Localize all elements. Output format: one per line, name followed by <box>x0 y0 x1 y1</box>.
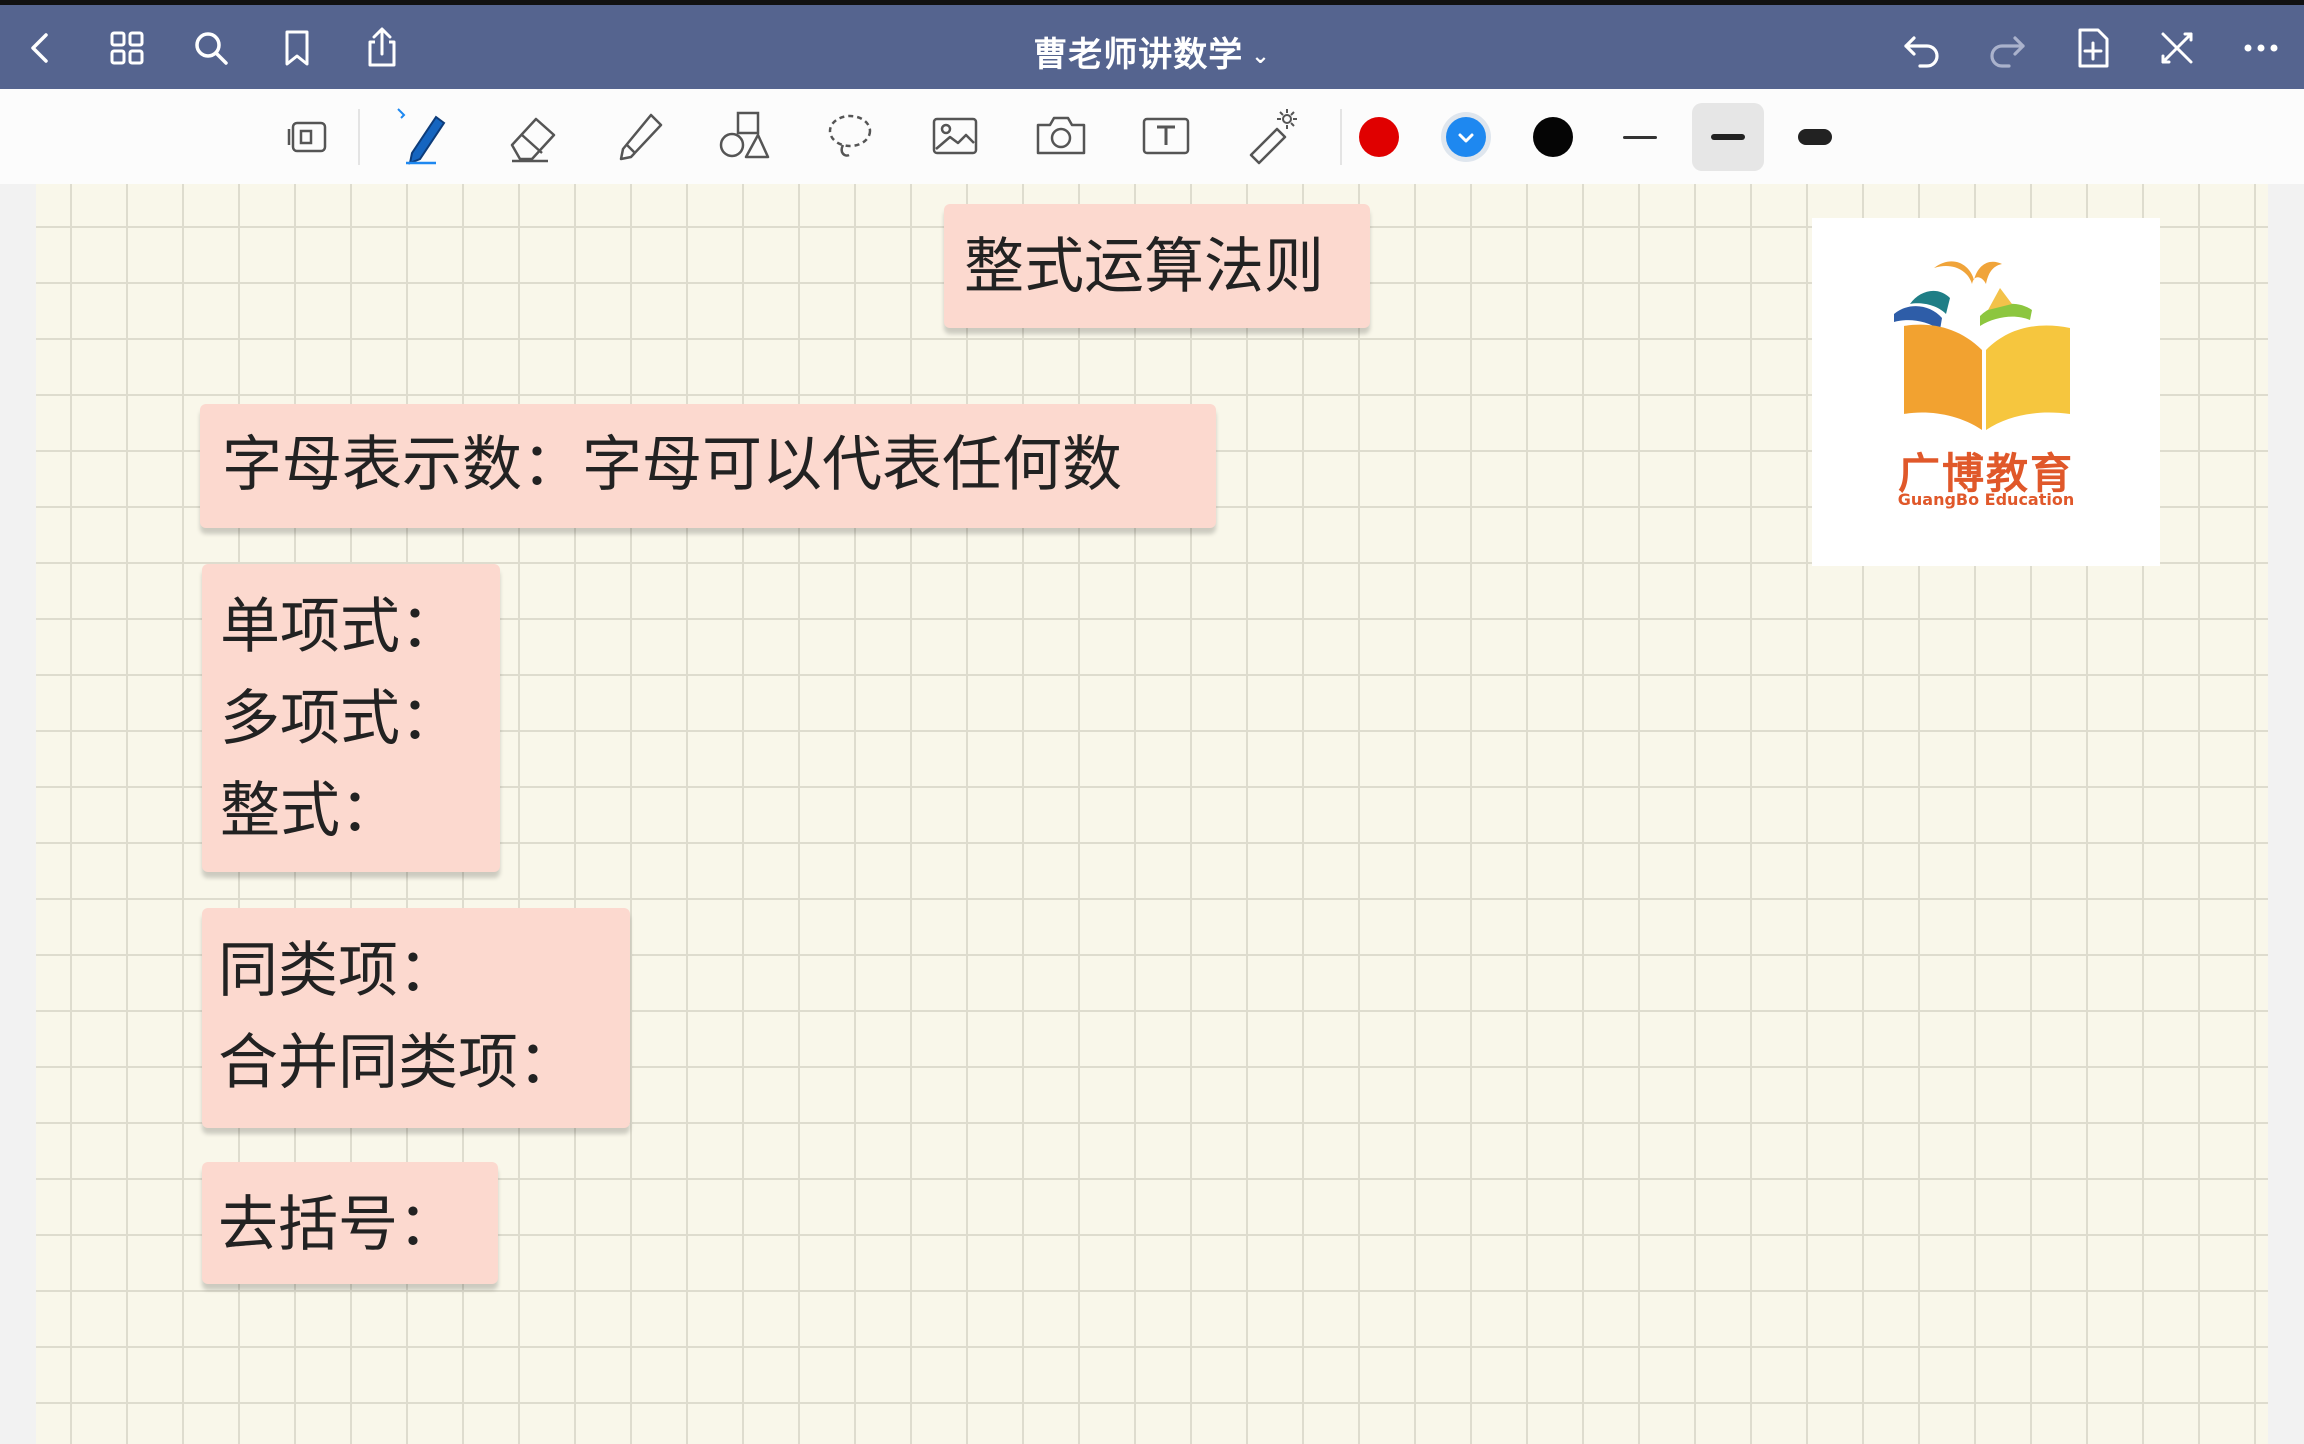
more-button[interactable] <box>2236 23 2286 73</box>
left-page-margin <box>0 184 36 1444</box>
like-terms-note[interactable]: 同类项： 合并同类项： <box>202 908 630 1128</box>
toolbar-divider <box>1340 109 1342 165</box>
stroke-width-thin[interactable] <box>1604 103 1676 171</box>
read-only-toggle-icon <box>287 121 327 153</box>
laser-pointer-tool[interactable] <box>1237 103 1307 169</box>
pen-tool[interactable] <box>388 103 458 169</box>
document-title-text: 曹老师讲数学 <box>1033 35 1244 75</box>
toolbar-divider <box>358 109 360 165</box>
definition-note-text: 字母表示数：字母可以代表任何数 <box>222 430 1122 500</box>
collapse-button[interactable] <box>2152 23 2202 73</box>
lasso-tool[interactable] <box>815 103 885 169</box>
color-swatch-red[interactable] <box>1359 117 1399 157</box>
collapse-arrows-icon <box>2161 32 2193 64</box>
shapes-icon <box>719 111 770 159</box>
text-box-icon <box>1142 117 1190 155</box>
text-tool[interactable] <box>1131 103 1201 169</box>
more-dots-icon <box>2244 44 2278 52</box>
tool-toolbar <box>0 89 2304 185</box>
remove-brackets-label: 去括号： <box>218 1190 458 1260</box>
logo-subtitle: GuangBo Education <box>1897 490 2075 509</box>
pen-icon <box>397 108 446 165</box>
combine-like-terms-label: 合并同类项： <box>218 1028 578 1098</box>
shapes-tool[interactable] <box>710 103 780 169</box>
eraser-icon <box>510 117 556 163</box>
stroke-width-thick[interactable] <box>1779 103 1851 171</box>
eraser-tool[interactable] <box>498 103 568 169</box>
thick-line-icon <box>1798 129 1832 145</box>
highlighter-tool[interactable] <box>603 103 673 169</box>
image-tool[interactable] <box>920 103 990 169</box>
guangbo-logo-image[interactable]: 广博教育 GuangBo Education <box>1812 218 2160 566</box>
medium-line-icon <box>1711 134 1745 140</box>
stroke-width-medium[interactable] <box>1692 103 1764 171</box>
camera-icon <box>1036 116 1086 155</box>
highlighter-icon <box>619 113 663 161</box>
laser-pointer-icon <box>1249 109 1297 165</box>
title-note[interactable]: 整式运算法则 <box>944 204 1370 328</box>
redo-button[interactable] <box>1982 23 2032 73</box>
document-title[interactable]: 曹老师讲数学 ⌄ <box>0 27 2304 76</box>
check-icon <box>1458 133 1474 143</box>
undo-button[interactable] <box>1897 23 1947 73</box>
term-polynomial-label: 多项式： <box>220 684 460 754</box>
definition-note[interactable]: 字母表示数：字母可以代表任何数 <box>200 404 1216 528</box>
add-page-button[interactable] <box>2068 23 2118 73</box>
image-icon <box>932 117 978 155</box>
open-book-logo-icon <box>1894 261 2070 430</box>
lasso-icon <box>828 114 872 157</box>
right-page-margin <box>2268 184 2304 1444</box>
term-integral-expression-label: 整式： <box>220 776 400 846</box>
top-navigation-bar: 曹老师讲数学 ⌄ <box>0 0 2304 89</box>
color-swatch-black[interactable] <box>1533 117 1573 157</box>
terms-note[interactable]: 单项式： 多项式： 整式： <box>202 564 500 872</box>
undo-icon <box>1904 36 1939 68</box>
page-layout-tool[interactable] <box>275 103 345 169</box>
color-swatch-blue[interactable] <box>1446 117 1486 157</box>
brackets-note[interactable]: 去括号： <box>202 1162 498 1284</box>
redo-icon <box>1990 36 2025 68</box>
camera-tool[interactable] <box>1026 103 1096 169</box>
chevron-down-icon: ⌄ <box>1251 44 1271 69</box>
add-page-icon <box>2078 28 2109 68</box>
title-note-text: 整式运算法则 <box>964 232 1324 302</box>
term-monomial-label: 单项式： <box>220 592 460 662</box>
like-terms-label: 同类项： <box>218 936 458 1006</box>
thin-line-icon <box>1623 135 1657 139</box>
